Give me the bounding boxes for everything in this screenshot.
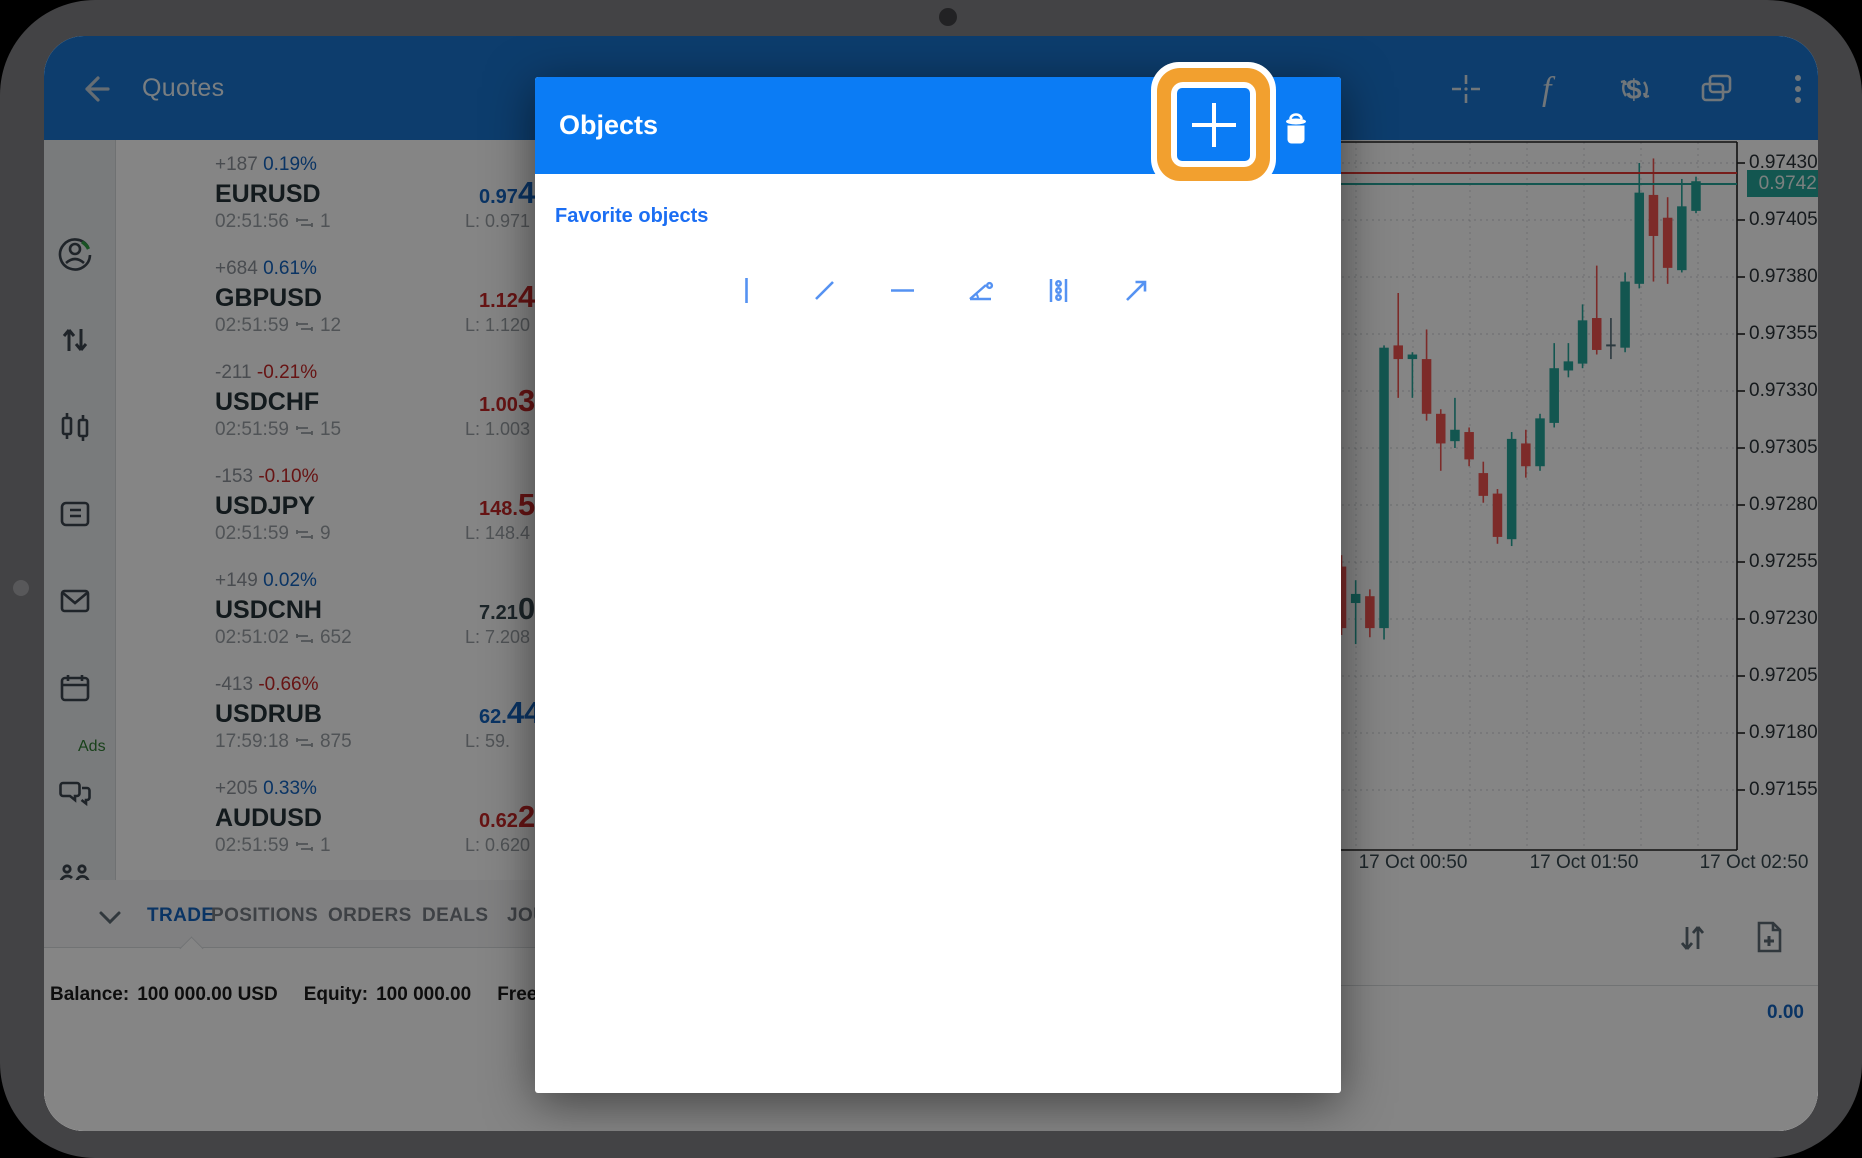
cycle-lines-icon[interactable] xyxy=(1043,275,1074,306)
arrow-line-icon[interactable] xyxy=(1121,275,1152,306)
front-camera-dot xyxy=(939,8,957,26)
plus-icon xyxy=(1212,103,1216,147)
dialog-title: Objects xyxy=(559,77,658,174)
vertical-line-icon[interactable] xyxy=(731,275,762,306)
app-screen: Quotes f $ xyxy=(44,36,1818,1131)
add-object-highlight xyxy=(1151,62,1276,187)
trend-line-icon[interactable] xyxy=(809,275,840,306)
add-object-button[interactable] xyxy=(1177,88,1250,161)
side-camera-dot xyxy=(13,580,29,596)
angle-trend-icon[interactable] xyxy=(965,275,996,306)
objects-dialog: Objects Favorite objects xyxy=(535,77,1341,1093)
delete-objects-icon[interactable] xyxy=(1277,111,1315,149)
favorite-objects-label: Favorite objects xyxy=(555,205,708,228)
horizontal-line-icon[interactable] xyxy=(887,275,918,306)
highlight-ring xyxy=(1157,68,1270,181)
favorite-objects-row xyxy=(731,275,1171,306)
tablet-frame: { "appbar": { "title": "Quotes", "back_i… xyxy=(0,0,1862,1158)
highlight-inner-ring xyxy=(1171,82,1256,167)
